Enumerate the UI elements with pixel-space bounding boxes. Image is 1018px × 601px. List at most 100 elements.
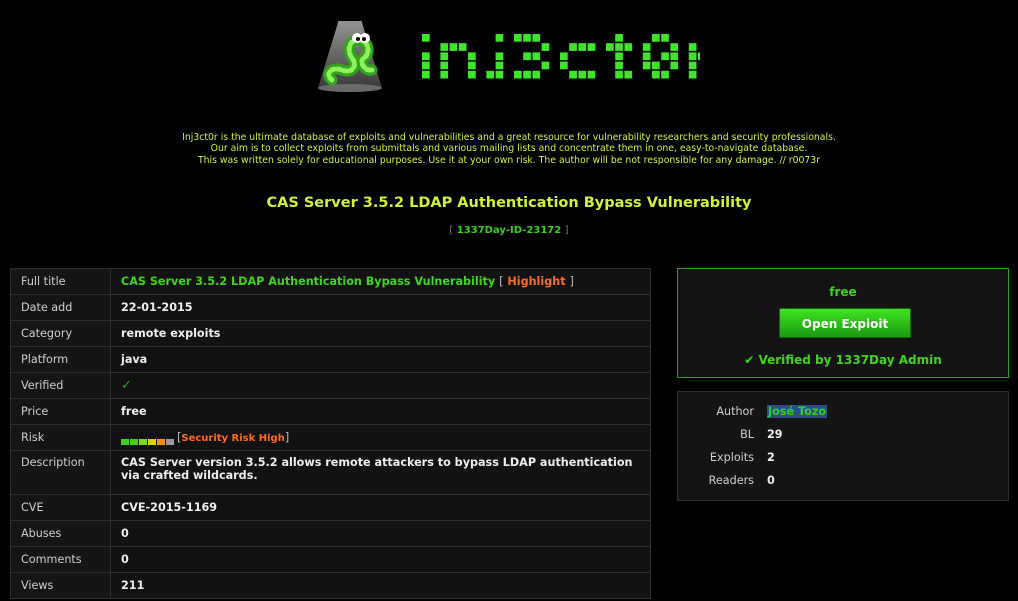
verified-value: ✓: [110, 372, 651, 399]
logo-pixel: [523, 34, 531, 42]
risk-label: Risk: [10, 424, 111, 451]
logo-pixel: [495, 34, 504, 42]
logo-pixel: [440, 70, 449, 79]
description-label: Description: [10, 450, 111, 495]
verified-label: Verified: [10, 372, 111, 399]
logo-pixel: [670, 43, 679, 51]
logo-pixel: [652, 34, 660, 42]
table-row: Comments 0: [10, 546, 651, 573]
logo-pixel: [606, 43, 614, 51]
logo-pixel: [560, 52, 568, 61]
intro-line: Our aim is to collect exploits from subm…: [210, 143, 808, 155]
platform-link[interactable]: java: [110, 346, 651, 373]
table-row: Risk [Security Risk High]: [10, 424, 651, 451]
logo-pixel: [458, 43, 467, 51]
comments-label: Comments: [10, 546, 111, 573]
category-link[interactable]: remote exploits: [110, 320, 651, 347]
risk-segment: [148, 439, 156, 445]
site-intro: Inj3ct0r is the ultimate database of exp…: [0, 132, 1018, 166]
logo-pixel: [532, 52, 541, 61]
bl-value: 29: [767, 428, 783, 441]
table-row: Description CAS Server version 3.5.2 all…: [10, 450, 651, 495]
purchase-panel: free Open Exploit ✔ Verified by 1337Day …: [677, 268, 1009, 378]
logo-pixel: [624, 70, 633, 79]
page-title: CAS Server 3.5.2 LDAP Authentication Byp…: [266, 195, 752, 211]
risk-text: Security Risk High: [181, 433, 285, 444]
logo-pixel: [578, 70, 587, 79]
risk-value: [Security Risk High]: [110, 424, 651, 451]
intro-line: This was written solely for educational …: [197, 154, 821, 166]
table-row: Verified ✓: [10, 372, 651, 399]
exploits-value: 2: [767, 451, 775, 464]
logo-pixel: [670, 52, 679, 61]
author-link[interactable]: José Tozo: [767, 405, 828, 418]
author-label: Author: [716, 405, 754, 418]
inj3ct0r-logo: [422, 34, 700, 79]
date-add-value[interactable]: 22-01-2015: [110, 294, 651, 321]
table-row: Platform java: [10, 346, 651, 373]
logo-pixel: [615, 34, 623, 42]
logo-pixel: [569, 43, 577, 51]
open-exploit-button[interactable]: Open Exploit: [779, 308, 911, 338]
worm-mascot-icon: [318, 14, 382, 92]
table-row: Views 211: [10, 572, 651, 599]
logo-pixel: [422, 34, 430, 42]
logo-pixel: [495, 70, 504, 79]
table-row: CVE CVE-2015-1169: [10, 494, 651, 521]
price-value: free: [110, 398, 651, 425]
full-title-label: Full title: [10, 268, 111, 295]
risk-segment: [121, 439, 129, 445]
logo-pixel: [688, 61, 697, 70]
table-row: Date add 22-01-2015: [10, 294, 651, 321]
logo-pixel: [514, 34, 522, 42]
risk-segment: [166, 439, 174, 445]
exploit-id: [ 1337Day-ID-23172 ]: [449, 225, 569, 236]
risk-segment: [157, 439, 165, 445]
logo-pixel: [652, 70, 660, 79]
highlight-link[interactable]: Highlight: [507, 275, 565, 288]
abuses-value: 0: [110, 520, 651, 547]
logo-pixel: [523, 70, 531, 79]
logo-pixel: [440, 52, 449, 61]
logo-pixel: [532, 70, 541, 79]
author-row: Author José Tozo: [678, 405, 1008, 421]
logo-pixel: [468, 70, 476, 79]
date-add-label: Date add: [10, 294, 111, 321]
logo-pixel: [615, 43, 623, 51]
price-tag: free: [829, 285, 857, 299]
logo-pixel: [642, 61, 651, 70]
views-label: Views: [10, 572, 111, 599]
exploits-row: Exploits 2: [678, 451, 1008, 467]
risk-segment: [139, 439, 147, 445]
logo-pixel: [642, 43, 651, 51]
logo-pixel: [495, 52, 504, 61]
logo-pixel: [587, 70, 596, 79]
logo-pixel: [560, 61, 568, 70]
author-panel: Author José Tozo BL 29 Exploits 2 Reader…: [677, 391, 1009, 501]
checkmark-icon: ✓: [121, 378, 132, 393]
logo-pixel: [615, 52, 623, 61]
readers-row: Readers 0: [678, 474, 1008, 490]
logo-pixel: [486, 70, 495, 79]
logo-pixel: [569, 70, 577, 79]
logo-pixel: [495, 61, 504, 70]
logo-pixel: [541, 43, 550, 51]
platform-label: Platform: [10, 346, 111, 373]
table-row: Price free: [10, 398, 651, 425]
logo-pixel: [661, 52, 669, 61]
readers-value: 0: [767, 474, 775, 487]
logo-pixel: [440, 43, 449, 51]
logo-pixel: [698, 52, 700, 61]
logo-pixel: [578, 43, 587, 51]
logo-pixel: [615, 70, 623, 79]
exploit-id-value: 1337Day-ID-23172: [456, 225, 562, 236]
logo-pixel: [422, 70, 430, 79]
logo-pixel: [468, 61, 476, 70]
logo-pixel: [615, 61, 623, 70]
table-row: Abuses 0: [10, 520, 651, 547]
logo-pixel: [468, 52, 476, 61]
logo-pixel: [514, 70, 522, 79]
bl-row: BL 29: [678, 428, 1008, 444]
exploits-label: Exploits: [709, 451, 754, 464]
cve-value: CVE-2015-1169: [110, 494, 651, 521]
